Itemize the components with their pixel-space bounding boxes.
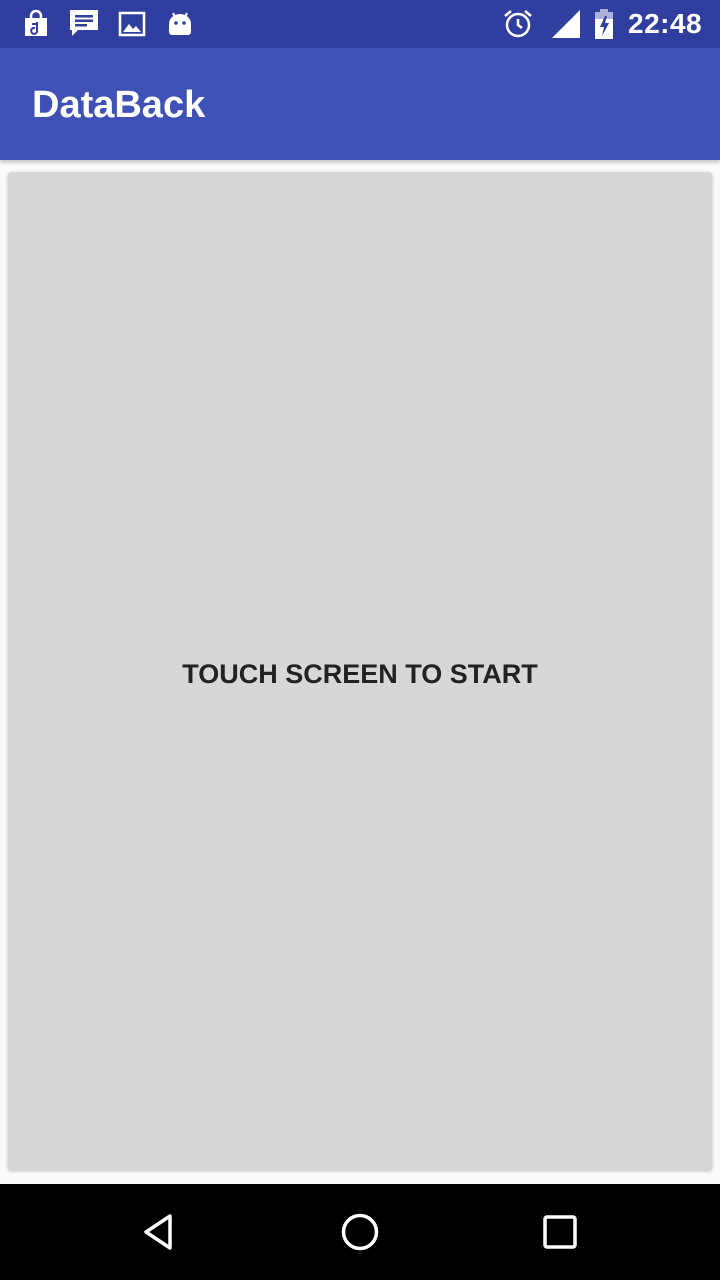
signal-icon — [550, 8, 582, 40]
shopping-bag-icon — [20, 8, 52, 40]
battery-charging-icon — [592, 8, 616, 40]
touch-to-start-area[interactable]: TOUCH SCREEN TO START — [8, 172, 712, 1170]
status-bar: 22:48 — [0, 0, 720, 48]
back-icon[interactable] — [136, 1208, 184, 1256]
home-icon[interactable] — [336, 1208, 384, 1256]
image-icon — [116, 8, 148, 40]
app-title: DataBack — [32, 84, 206, 126]
touch-prompt-label: TOUCH SCREEN TO START — [182, 659, 538, 689]
recents-icon[interactable] — [536, 1208, 584, 1256]
navigation-bar — [0, 1184, 720, 1280]
app-bar: DataBack — [0, 48, 720, 160]
status-time: 22:48 — [628, 8, 703, 39]
message-icon — [68, 8, 100, 40]
android-icon — [164, 8, 196, 40]
alarm-icon — [502, 8, 534, 40]
